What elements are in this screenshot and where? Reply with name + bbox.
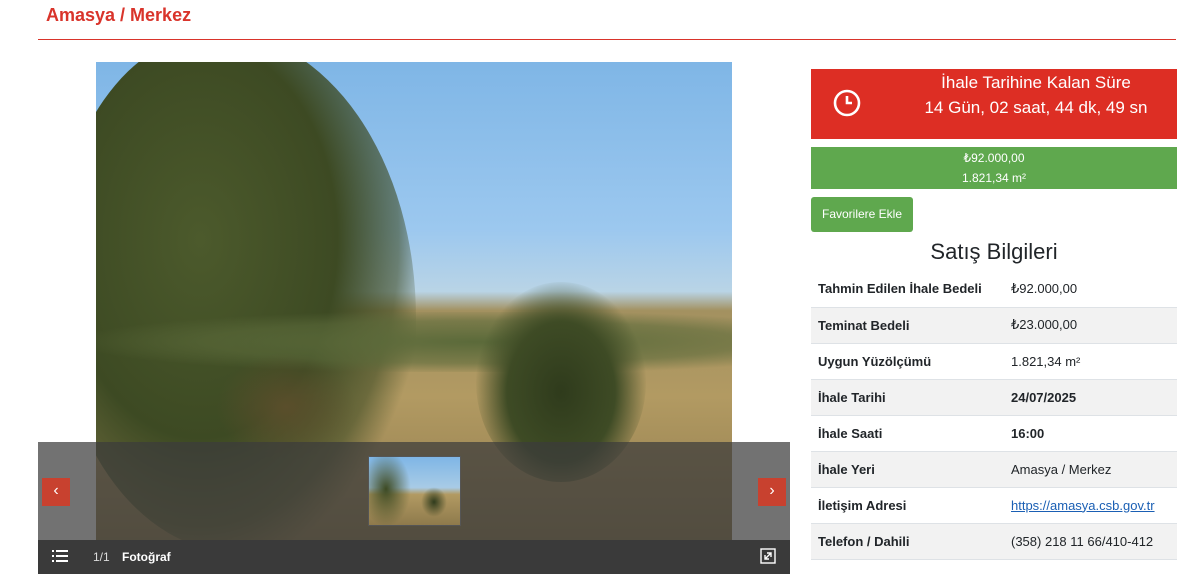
price-amount: ₺92.000,00 <box>963 151 1025 165</box>
row-key: Tahmin Edilen İhale Bedeli <box>818 281 982 297</box>
price-summary: ₺92.000,00 1.821,34 m² <box>811 147 1177 189</box>
page-header: Amasya / Merkez <box>38 0 1176 40</box>
row-key: İhale Saati <box>818 425 883 441</box>
photo-counter-label: Fotoğraf <box>122 550 171 564</box>
photo-gallery: ‹ › 1/1 Fotoğraf <box>38 62 790 574</box>
row-value: (358) 218 11 66/410-412 <box>1011 533 1154 549</box>
countdown-value: 14 Gün, 02 saat, 44 dk, 49 sn <box>924 98 1148 117</box>
table-row: İletişim Adresi https://amasya.csb.gov.t… <box>811 487 1177 523</box>
row-key: Telefon / Dahili <box>818 533 910 549</box>
sales-info-title: Satış Bilgileri <box>930 239 1058 264</box>
row-key: Uygun Yüzölçümü <box>818 353 932 369</box>
clock-icon <box>833 89 861 117</box>
row-value: ₺92.000,00 <box>1011 280 1078 296</box>
row-value: ₺23.000,00 <box>1011 317 1078 332</box>
table-row: Uygun Yüzölçümü 1.821,34 m² <box>811 343 1177 379</box>
gallery-toolbar: 1/1 Fotoğraf <box>38 540 790 574</box>
row-key: İletişim Adresi <box>818 497 907 513</box>
location-title: Amasya / Merkez <box>46 5 192 25</box>
auction-countdown: İhale Tarihine Kalan Süre 14 Gün, 02 saa… <box>811 69 1177 139</box>
expand-icon[interactable] <box>760 548 776 564</box>
table-row: Tahmin Edilen İhale Bedeli ₺92.000,00 <box>811 271 1177 307</box>
prev-photo-button[interactable]: ‹ <box>42 478 70 506</box>
thumbnail-strip <box>38 442 790 540</box>
row-key: Teminat Bedeli <box>818 317 910 333</box>
contact-link[interactable]: https://amasya.csb.gov.tr <box>1011 498 1155 513</box>
thumbnail[interactable] <box>368 456 461 526</box>
next-photo-button[interactable]: › <box>758 478 786 506</box>
price-area: 1.821,34 m² <box>961 171 1027 185</box>
sales-info-table: Tahmin Edilen İhale Bedeli ₺92.000,00 Te… <box>811 271 1177 560</box>
menu-list-icon[interactable] <box>52 549 68 563</box>
row-key: İhale Yeri <box>818 461 875 477</box>
table-row: Telefon / Dahili (358) 218 11 66/410-412 <box>811 523 1177 559</box>
row-value: https://amasya.csb.gov.tr <box>1004 487 1177 523</box>
table-row: İhale Saati 16:00 <box>811 415 1177 451</box>
table-row: İhale Tarihi 24/07/2025 <box>811 379 1177 415</box>
row-value: 1.821,34 m² <box>1011 353 1081 369</box>
table-row: Teminat Bedeli ₺23.000,00 <box>811 307 1177 343</box>
row-value: 16:00 <box>1011 425 1045 441</box>
chevron-left-icon: ‹ <box>53 482 59 499</box>
photo-counter: 1/1 <box>93 550 110 564</box>
table-row: İhale Yeri Amasya / Merkez <box>811 451 1177 487</box>
row-value: 24/07/2025 <box>1011 389 1077 405</box>
row-value: Amasya / Merkez <box>1011 461 1112 477</box>
chevron-right-icon: › <box>769 482 775 499</box>
countdown-title: İhale Tarihine Kalan Süre <box>941 73 1131 92</box>
add-favorite-button[interactable]: Favorilere Ekle <box>811 197 913 232</box>
row-key: İhale Tarihi <box>818 389 886 405</box>
